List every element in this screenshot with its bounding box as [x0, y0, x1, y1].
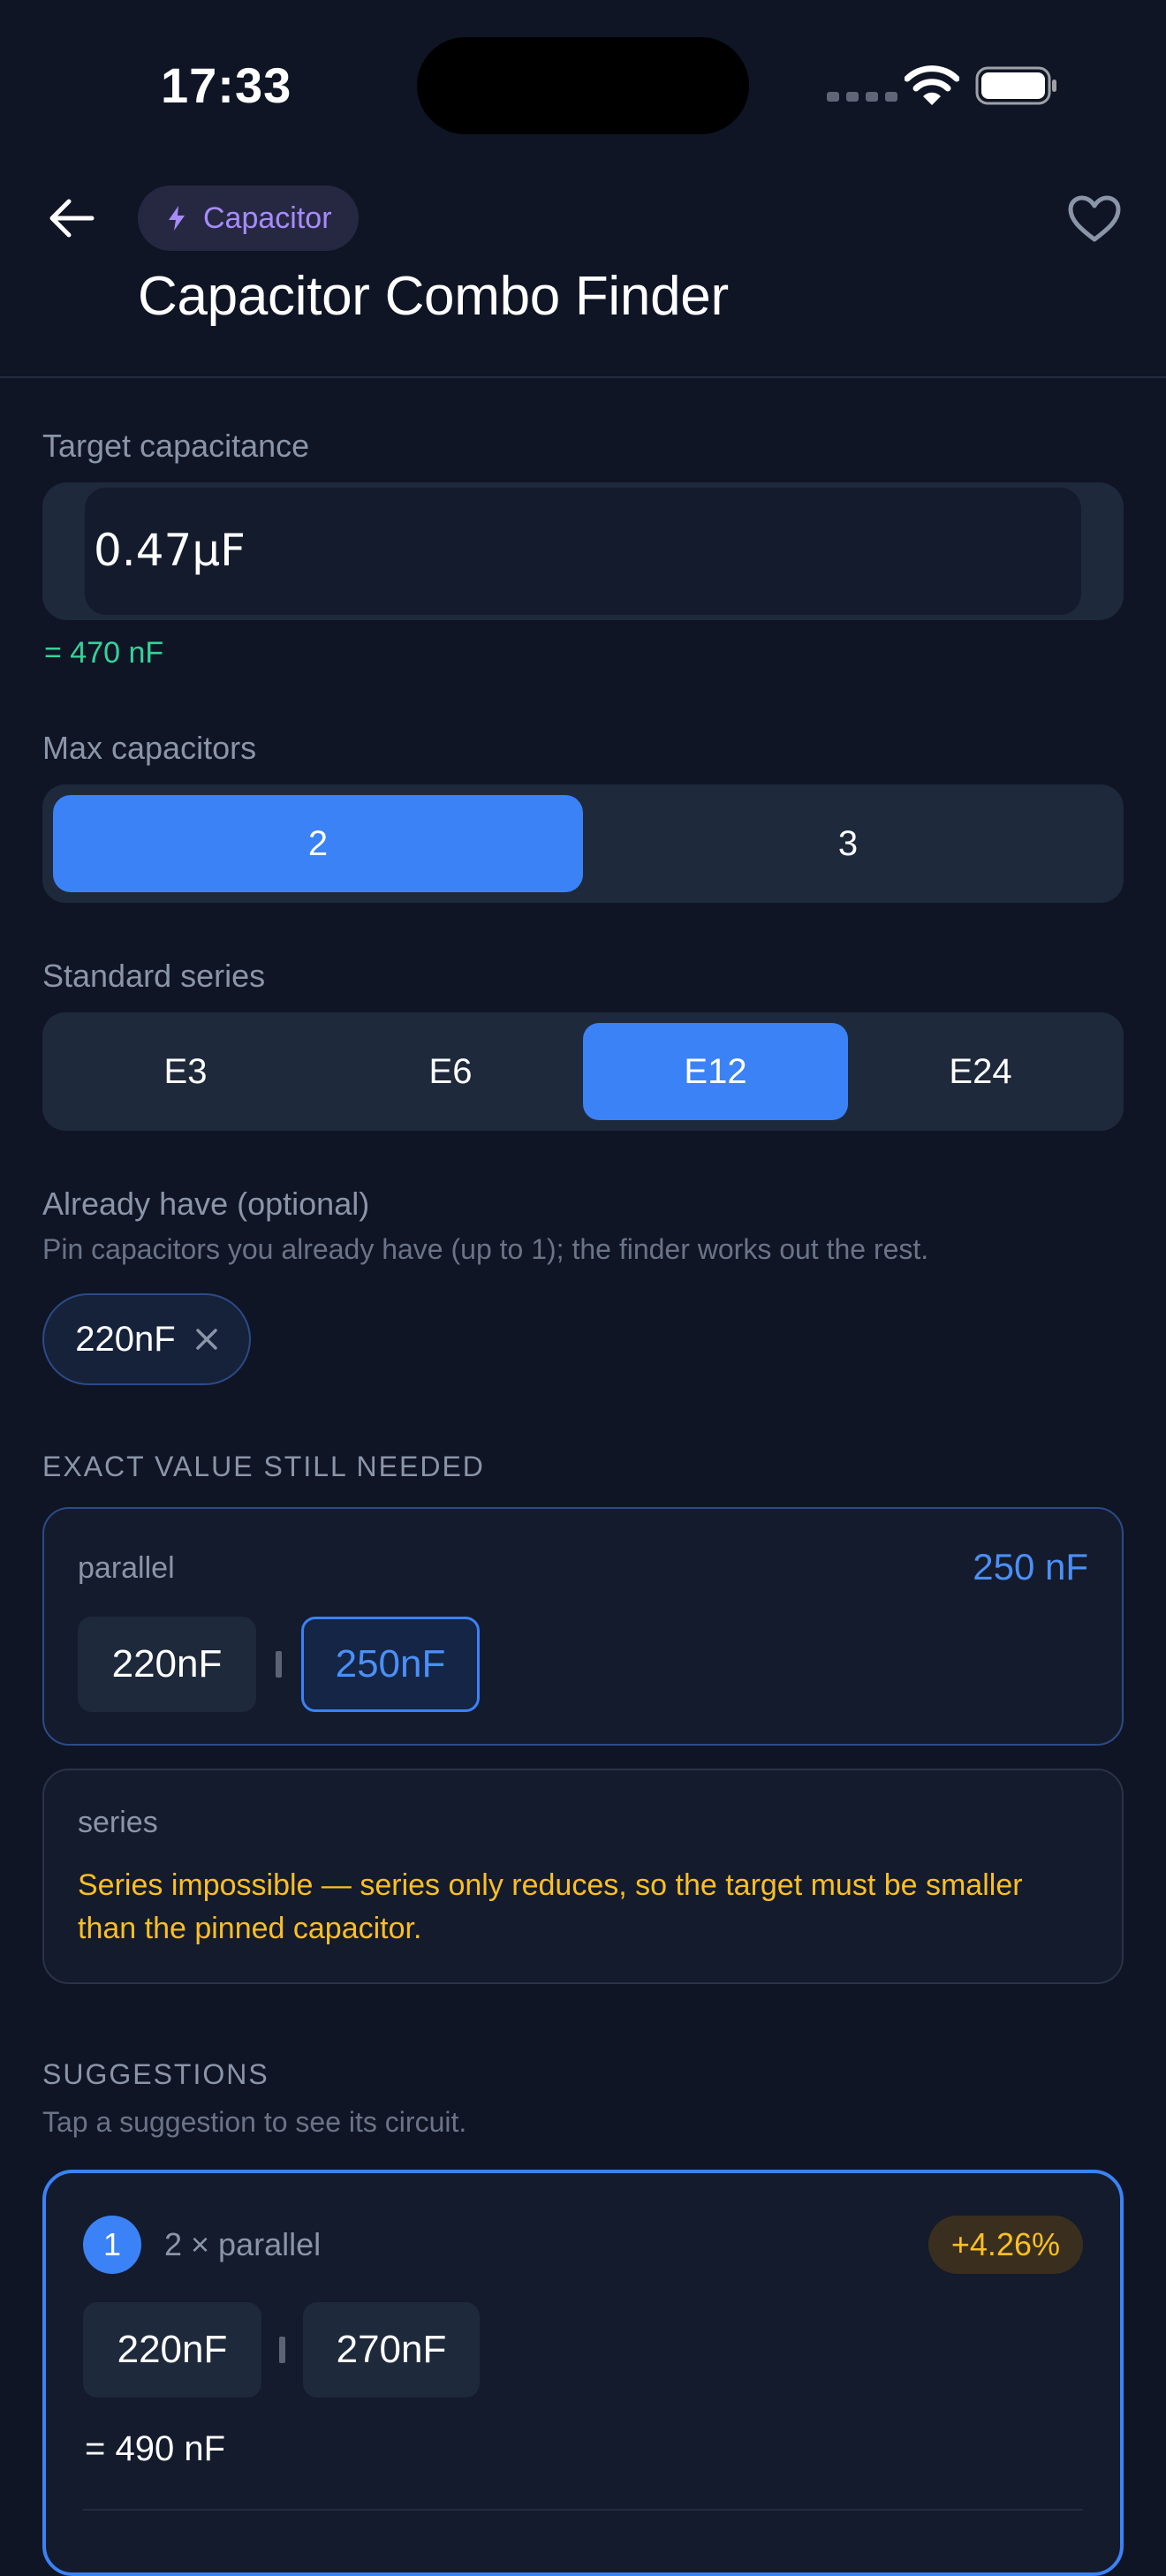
parallel-needed-value: 250 nF: [973, 1546, 1088, 1587]
already-have-label: Already have (optional): [42, 1186, 370, 1222]
max-capacitors-label: Max capacitors: [42, 730, 257, 766]
cellular-signal-icon: [827, 92, 897, 102]
suggestion-component: 220nF: [83, 2302, 261, 2398]
back-arrow-icon[interactable]: [46, 193, 97, 244]
suggestions-helper: Tap a suggestion to see its circuit.: [42, 2106, 467, 2138]
category-label: Capacitor: [203, 201, 332, 235]
exact-parallel-card: parallel 250 nF 220nF 250nF: [42, 1507, 1124, 1746]
series-option-e24[interactable]: E24: [848, 1023, 1113, 1120]
series-option-e6[interactable]: E6: [318, 1023, 583, 1120]
target-input-value[interactable]: 0.47μF: [94, 525, 246, 576]
bolt-icon: [169, 206, 185, 231]
series-option-e3[interactable]: E3: [53, 1023, 318, 1120]
max-capacitors-option-2[interactable]: 2: [53, 795, 583, 892]
suggestion-error-badge: +4.26%: [928, 2216, 1083, 2274]
heart-icon[interactable]: [1067, 194, 1122, 244]
status-time: 17:33: [161, 57, 292, 113]
category-chip: Capacitor: [138, 186, 359, 251]
standard-series-segmented: E3 E6 E12 E24: [42, 1012, 1124, 1131]
wifi-icon: [905, 65, 959, 105]
standard-series-label: Standard series: [42, 958, 266, 994]
dynamic-island: [417, 37, 749, 134]
parallel-tag: parallel: [78, 1551, 175, 1585]
series-option-e12[interactable]: E12: [583, 1023, 848, 1120]
suggestion-component: 270nF: [303, 2302, 480, 2398]
series-tag: series: [78, 1806, 158, 1839]
suggestion-result: = 490 nF: [85, 2429, 226, 2468]
header-divider: [0, 376, 1166, 378]
max-capacitors-option-3[interactable]: 3: [583, 795, 1113, 892]
suggestion-card[interactable]: 1 2 × parallel +4.26% 220nF 270nF = 490 …: [42, 2170, 1124, 2576]
max-capacitors-segmented: 2 3: [42, 784, 1124, 903]
suggestion-components: 220nF 270nF: [83, 2302, 480, 2398]
suggestions-section-title: SUGGESTIONS: [42, 2058, 269, 2090]
suggestion-rank: 1: [83, 2216, 141, 2274]
already-have-helper: Pin capacitors you already have (up to 1…: [42, 1233, 929, 1265]
suggestion-divider: [83, 2509, 1083, 2511]
exact-section-title: EXACT VALUE STILL NEEDED: [42, 1451, 485, 1482]
pinned-capacitor-value: 220nF: [75, 1319, 176, 1359]
series-warning: Series impossible — series only reduces,…: [78, 1868, 1023, 1945]
parallel-components: 220nF 250nF: [78, 1617, 480, 1712]
exact-series-card: series Series impossible — series only r…: [42, 1769, 1124, 1984]
suggestion-type: 2 × parallel: [164, 2226, 322, 2262]
parallel-symbol: [276, 1651, 282, 1678]
pinned-capacitor-chip[interactable]: 220nF: [42, 1293, 251, 1385]
component-pinned: 220nF: [78, 1617, 256, 1712]
battery-icon: [975, 66, 1056, 105]
remove-icon[interactable]: [195, 1328, 218, 1351]
target-converted: = 470 nF: [44, 636, 164, 670]
parallel-symbol: [279, 2337, 285, 2363]
target-label: Target capacitance: [42, 428, 310, 464]
page-title: Capacitor Combo Finder: [138, 266, 729, 327]
component-needed: 250nF: [301, 1617, 480, 1712]
